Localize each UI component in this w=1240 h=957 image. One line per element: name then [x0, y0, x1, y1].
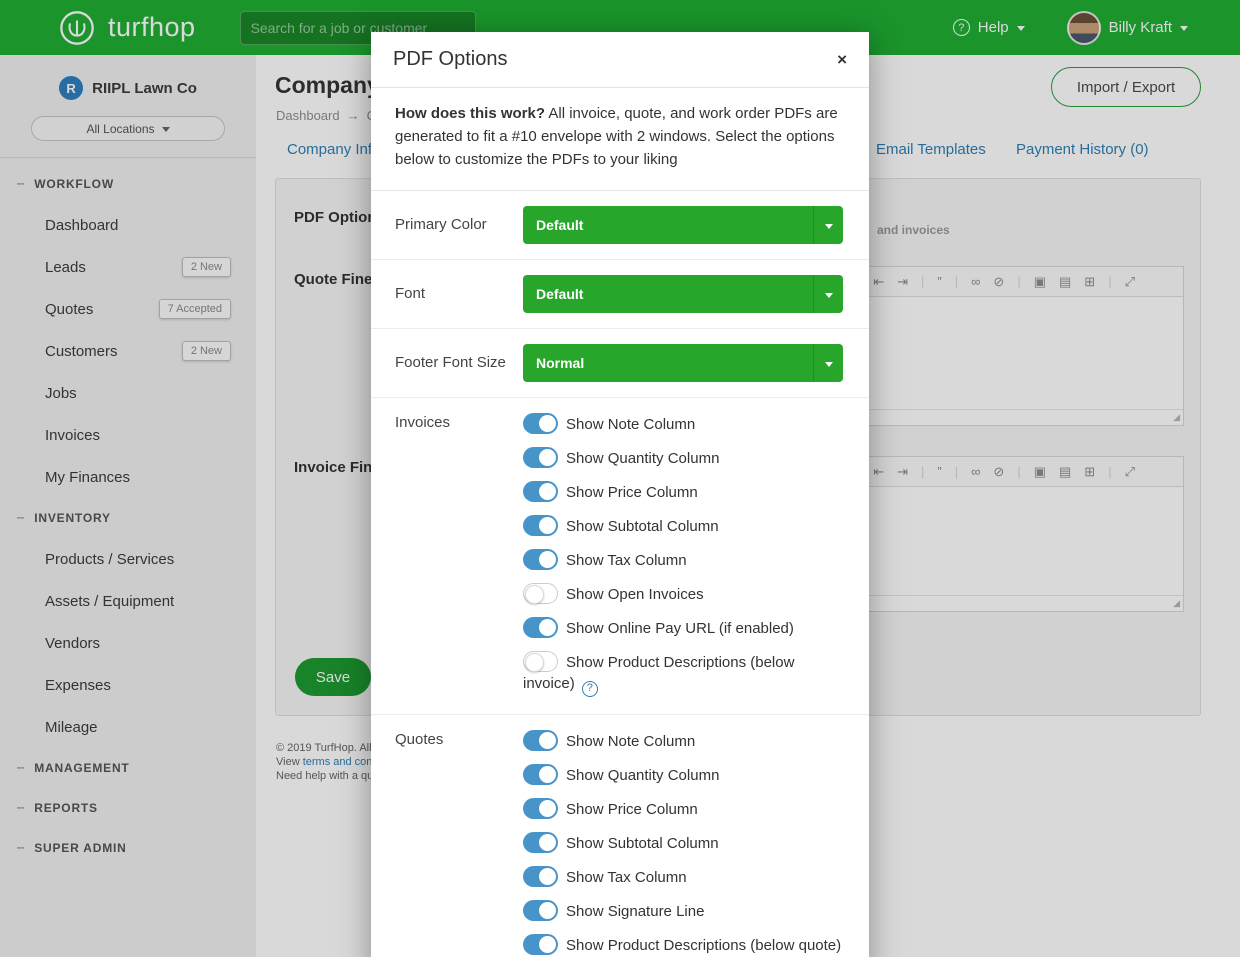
- toggle-row: Show Subtotal Column: [523, 832, 843, 854]
- toggle-row: Show Subtotal Column: [523, 515, 843, 537]
- select-label: Primary Color: [395, 215, 523, 235]
- group-label: Quotes: [395, 730, 523, 957]
- toggle-row: Show Quantity Column: [523, 764, 843, 786]
- toggle-label: Show Product Descriptions (below invoice…: [523, 654, 794, 692]
- toggle-show-subtotal-column[interactable]: [523, 832, 558, 853]
- toggle-label: Show Subtotal Column: [566, 835, 719, 852]
- modal-title: PDF Options: [393, 48, 507, 71]
- toggle-show-price-column[interactable]: [523, 798, 558, 819]
- selected-value: Default: [536, 217, 583, 233]
- toggle-label: Show Price Column: [566, 801, 698, 818]
- toggle-label: Show Quantity Column: [566, 767, 719, 784]
- chevron-down-icon: [813, 275, 843, 313]
- modal-row-primary-color: Primary Color Default: [371, 191, 869, 260]
- toggle-row: Show Product Descriptions (below invoice…: [523, 651, 843, 697]
- select-label: Font: [395, 284, 523, 304]
- chevron-down-icon: [813, 206, 843, 244]
- modal-toggle-groups: Invoices Show Note Column Show Quantity Co…: [371, 398, 869, 957]
- font-select[interactable]: Default: [523, 275, 843, 313]
- modal-header: PDF Options ×: [371, 32, 869, 88]
- toggle-row: Show Quantity Column: [523, 447, 843, 469]
- toggle-row: Show Price Column: [523, 481, 843, 503]
- toggle-label: Show Open Invoices: [566, 586, 704, 603]
- toggle-show-price-column[interactable]: [523, 481, 558, 502]
- toggle-label: Show Note Column: [566, 416, 695, 433]
- selected-value: Normal: [536, 355, 584, 371]
- toggle-label: Show Signature Line: [566, 903, 704, 920]
- toggle-label: Show Online Pay URL (if enabled): [566, 620, 794, 637]
- toggle-show-note-column[interactable]: [523, 730, 558, 751]
- toggle-label: Show Subtotal Column: [566, 518, 719, 535]
- toggle-row: Show Product Descriptions (below quote) …: [523, 934, 843, 957]
- toggle-show-quantity-column[interactable]: [523, 447, 558, 468]
- pdf-options-modal: PDF Options × How does this work? All in…: [371, 32, 869, 957]
- toggle-row: Show Open Invoices: [523, 583, 843, 605]
- toggle-show-product-descriptions-below-invoice[interactable]: [523, 651, 558, 672]
- toggle-show-tax-column[interactable]: [523, 866, 558, 887]
- toggle-label: Show Note Column: [566, 733, 695, 750]
- modal-select-rows: Primary Color Default Font Default Footer Fo…: [371, 191, 869, 398]
- toggle-label: Show Product Descriptions (below quote): [566, 937, 841, 954]
- toggle-row: Show Price Column: [523, 798, 843, 820]
- toggle-row: Show Signature Line: [523, 900, 843, 922]
- toggle-row: Show Online Pay URL (if enabled): [523, 617, 843, 639]
- toggle-show-quantity-column[interactable]: [523, 764, 558, 785]
- primary-color-select[interactable]: Default: [523, 206, 843, 244]
- toggle-show-open-invoices[interactable]: [523, 583, 558, 604]
- toggle-label: Show Tax Column: [566, 552, 687, 569]
- modal-row-font: Font Default: [371, 260, 869, 329]
- toggle-show-product-descriptions-below-quote[interactable]: [523, 934, 558, 955]
- modal-description: How does this work? All invoice, quote, …: [371, 88, 869, 191]
- selected-value: Default: [536, 286, 583, 302]
- toggle-row: Show Note Column: [523, 413, 843, 435]
- toggle-show-signature-line[interactable]: [523, 900, 558, 921]
- footer-font-size-select[interactable]: Normal: [523, 344, 843, 382]
- toggle-label: Show Quantity Column: [566, 450, 719, 467]
- toggle-row: Show Tax Column: [523, 866, 843, 888]
- toggle-row: Show Tax Column: [523, 549, 843, 571]
- toggle-show-subtotal-column[interactable]: [523, 515, 558, 536]
- intro-bold: How does this work?: [395, 105, 545, 122]
- toggle-show-tax-column[interactable]: [523, 549, 558, 570]
- toggle-row: Show Note Column: [523, 730, 843, 752]
- group-label: Invoices: [395, 413, 523, 699]
- select-label: Footer Font Size: [395, 353, 523, 373]
- toggle-label: Show Price Column: [566, 484, 698, 501]
- chevron-down-icon: [813, 344, 843, 382]
- modal-group-quotes: Quotes Show Note Column Show Quantity Colu…: [371, 715, 869, 957]
- toggle-show-note-column[interactable]: [523, 413, 558, 434]
- modal-row-footer-font-size: Footer Font Size Normal: [371, 329, 869, 398]
- close-icon[interactable]: ×: [837, 51, 847, 68]
- toggle-show-online-pay-url-if-enabled[interactable]: [523, 617, 558, 638]
- toggle-label: Show Tax Column: [566, 869, 687, 886]
- help-icon[interactable]: ?: [582, 681, 598, 697]
- modal-group-invoices: Invoices Show Note Column Show Quantity Co…: [371, 398, 869, 715]
